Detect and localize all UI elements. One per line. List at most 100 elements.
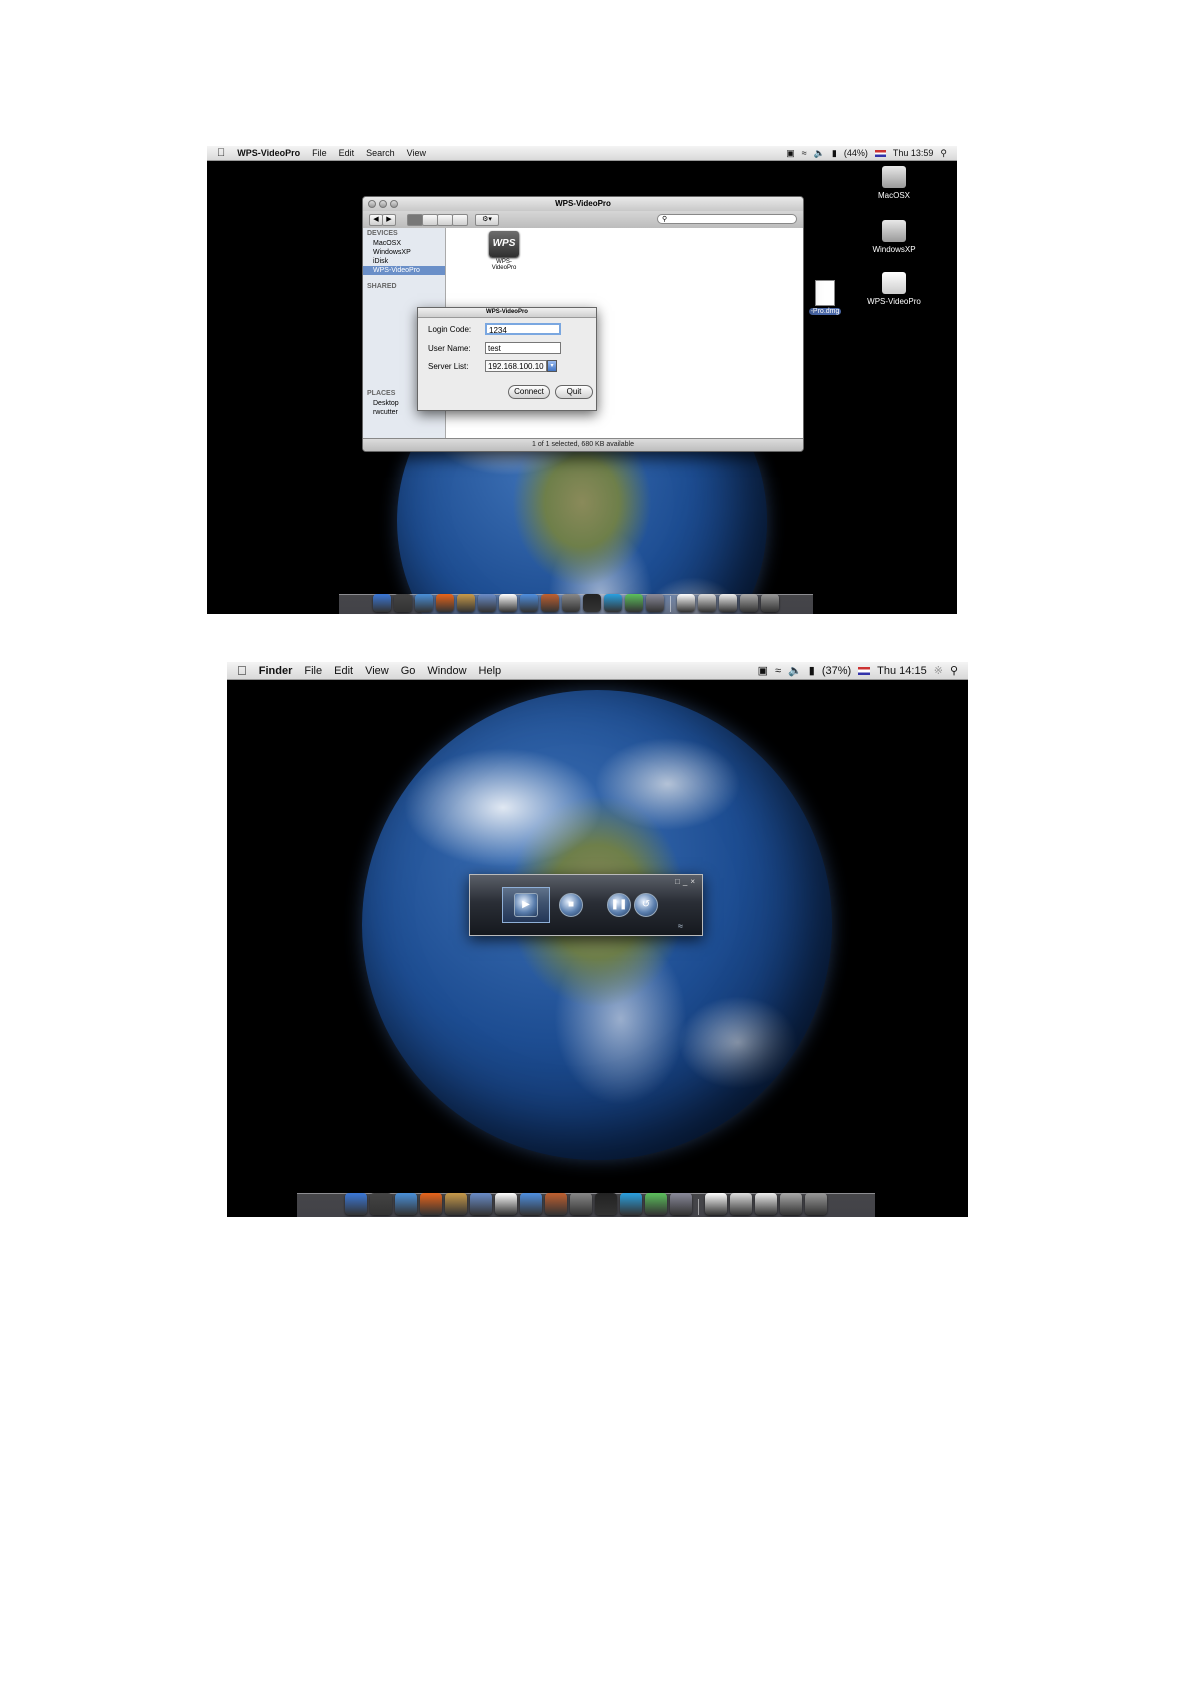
- search-field[interactable]: ⚲: [657, 214, 797, 224]
- dock-app-icon[interactable]: [395, 1193, 417, 1215]
- dock-app-icon[interactable]: [478, 594, 496, 612]
- refresh-icon[interactable]: ↺: [634, 893, 658, 917]
- desktop-icon-macosx[interactable]: MacOSX: [859, 166, 929, 200]
- menu-file[interactable]: File: [306, 148, 333, 158]
- menu-help[interactable]: Help: [473, 665, 508, 677]
- apple-icon[interactable]: : [227, 663, 253, 678]
- menu-view[interactable]: View: [359, 665, 395, 677]
- battery-icon[interactable]: ▮: [832, 148, 837, 159]
- zoom-button[interactable]: [390, 200, 398, 208]
- dock-app-icon[interactable]: [370, 1193, 392, 1215]
- dmg-file[interactable]: -Pro.dmg: [805, 280, 845, 315]
- wifi-icon[interactable]: ≈: [802, 148, 807, 158]
- spotlight-icon[interactable]: ⚲: [940, 148, 947, 159]
- minimize-button[interactable]: [379, 200, 387, 208]
- pause-icon[interactable]: ❚❚: [607, 893, 631, 917]
- dock-app-icon[interactable]: [604, 594, 622, 612]
- volume-icon[interactable]: 🔈: [814, 148, 825, 159]
- view-coverflow-button[interactable]: [452, 214, 468, 226]
- dock-app-icon[interactable]: [698, 594, 716, 612]
- play-icon[interactable]: ▶: [514, 893, 538, 917]
- spotlight-icon[interactable]: ⚲: [950, 664, 958, 677]
- dock-app-icon[interactable]: [670, 1193, 692, 1215]
- menu-window[interactable]: Window: [421, 665, 472, 677]
- display-icon[interactable]: ▣: [786, 148, 795, 159]
- dock-app-icon[interactable]: [755, 1193, 777, 1215]
- sidebar-item-idisk[interactable]: iDisk: [363, 257, 445, 266]
- dock-app-icon[interactable]: [545, 1193, 567, 1215]
- dock-app-icon[interactable]: [719, 594, 737, 612]
- sidebar-item-macosx[interactable]: MacOSX: [363, 239, 445, 248]
- menu-view[interactable]: View: [401, 148, 432, 158]
- dock-app-icon[interactable]: [499, 594, 517, 612]
- dock-app-icon[interactable]: [495, 1193, 517, 1215]
- menu-edit[interactable]: Edit: [328, 665, 359, 677]
- finder-titlebar[interactable]: WPS-VideoPro: [363, 197, 803, 211]
- dock-app-icon[interactable]: [595, 1193, 617, 1215]
- menu-go[interactable]: Go: [395, 665, 422, 677]
- dock-app-icon[interactable]: [445, 1193, 467, 1215]
- server-list-select[interactable]: 192.168.100.10: [485, 360, 547, 372]
- quit-button[interactable]: Quit: [555, 385, 593, 399]
- wps-videopro-app[interactable]: WPS WPS-VideoPro: [484, 231, 524, 271]
- dock-app-icon[interactable]: [645, 1193, 667, 1215]
- view-column-button[interactable]: [437, 214, 453, 226]
- dock-app-icon[interactable]: [677, 594, 695, 612]
- dock-app-icon[interactable]: [740, 594, 758, 612]
- view-list-button[interactable]: [422, 214, 438, 226]
- sidebar-item-wps-videopro[interactable]: WPS-VideoPro: [363, 266, 445, 275]
- dock-app-icon[interactable]: [373, 594, 391, 612]
- login-code-input[interactable]: 1234: [485, 323, 561, 335]
- back-button[interactable]: ◀: [369, 214, 383, 226]
- menu-app-name[interactable]: WPS-VideoPro: [231, 148, 306, 158]
- volume-icon[interactable]: 🔈: [788, 664, 802, 677]
- dock-app-icon[interactable]: [420, 1193, 442, 1215]
- desktop-icon-wps-videopro[interactable]: WPS-VideoPro: [859, 272, 929, 306]
- user-name-input[interactable]: test: [485, 342, 561, 354]
- forward-button[interactable]: ▶: [382, 214, 396, 226]
- menu-file[interactable]: File: [298, 665, 328, 677]
- dock-app-icon[interactable]: [457, 594, 475, 612]
- action-gear-button[interactable]: ⚙▾: [475, 214, 499, 226]
- dock-app-icon[interactable]: [470, 1193, 492, 1215]
- apple-icon[interactable]: : [207, 147, 231, 159]
- stop-icon[interactable]: ■: [559, 893, 583, 917]
- dock-app-icon[interactable]: [805, 1193, 827, 1215]
- bluetooth-icon[interactable]: ※: [934, 664, 943, 677]
- dock-app-icon[interactable]: [730, 1193, 752, 1215]
- flag-icon[interactable]: [874, 149, 886, 157]
- pin-icon[interactable]: □: [675, 877, 683, 886]
- dock-app-icon[interactable]: [646, 594, 664, 612]
- display-icon[interactable]: ▣: [758, 664, 768, 677]
- dock-app-icon[interactable]: [570, 1193, 592, 1215]
- dock-app-icon[interactable]: [562, 594, 580, 612]
- clock[interactable]: Thu 14:15: [877, 665, 927, 677]
- dock-app-icon[interactable]: [620, 1193, 642, 1215]
- connect-button[interactable]: Connect: [508, 385, 550, 399]
- login-dialog-title[interactable]: WPS-VideoPro: [418, 308, 596, 318]
- wifi-icon[interactable]: ≈: [775, 665, 781, 677]
- menu-edit[interactable]: Edit: [333, 148, 361, 158]
- close-icon[interactable]: ×: [690, 877, 698, 886]
- dock-app-icon[interactable]: [436, 594, 454, 612]
- dock-app-icon[interactable]: [520, 1193, 542, 1215]
- dock-app-icon[interactable]: [541, 594, 559, 612]
- battery-icon[interactable]: ▮: [809, 664, 815, 677]
- dock-app-icon[interactable]: [345, 1193, 367, 1215]
- dock-app-icon[interactable]: [394, 594, 412, 612]
- close-button[interactable]: [368, 200, 376, 208]
- dock-app-icon[interactable]: [415, 594, 433, 612]
- dock-app-icon[interactable]: [520, 594, 538, 612]
- dock-app-icon[interactable]: [761, 594, 779, 612]
- menu-search[interactable]: Search: [360, 148, 401, 158]
- desktop-icon-windowsxp[interactable]: WindowsXP: [859, 220, 929, 254]
- flag-icon[interactable]: [858, 666, 871, 675]
- view-icon-button[interactable]: [407, 214, 423, 226]
- dock-app-icon[interactable]: [705, 1193, 727, 1215]
- dock-app-icon[interactable]: [625, 594, 643, 612]
- dock-app-icon[interactable]: [780, 1193, 802, 1215]
- clock[interactable]: Thu 13:59: [893, 148, 934, 158]
- menu-app-name[interactable]: Finder: [253, 665, 299, 677]
- dock-app-icon[interactable]: [583, 594, 601, 612]
- dropdown-arrow-icon[interactable]: ▾: [547, 360, 557, 372]
